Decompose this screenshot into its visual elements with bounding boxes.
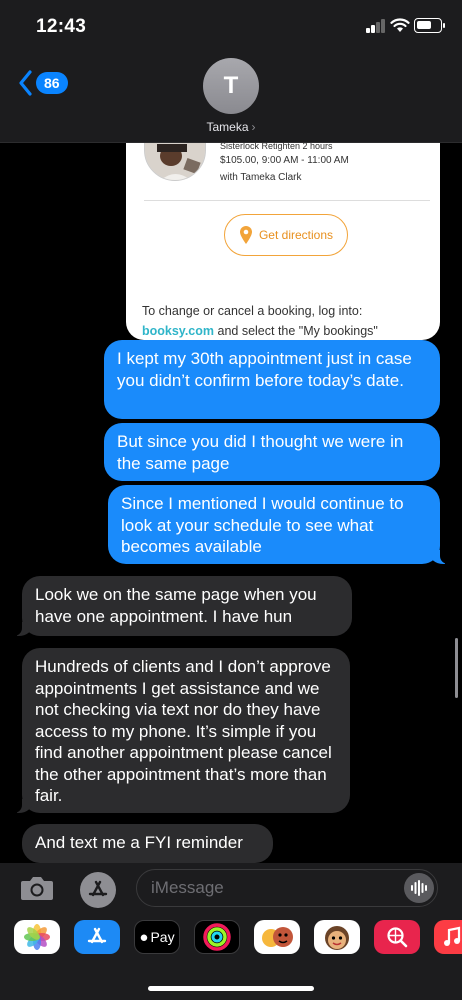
status-bar: 12:43 (0, 0, 462, 50)
status-time: 12:43 (36, 16, 87, 37)
contact-avatar[interactable]: T (203, 58, 259, 114)
get-directions-button[interactable]: Get directions (224, 214, 348, 256)
get-directions-label: Get directions (258, 228, 334, 242)
message-bubble-outgoing[interactable]: I kept my 30th appointment just in case … (104, 340, 440, 419)
booking-price-time: $105.00, 9:00 AM - 11:00 AM (220, 155, 349, 166)
app-drawer: ● Pay (0, 913, 462, 1000)
cellular-signal-icon (366, 19, 386, 33)
app-store-app-button[interactable] (74, 920, 120, 954)
animoji-icon (325, 926, 349, 950)
booking-confirmation-card[interactable]: Sisterlock Retighten 2 hours $105.00, 9:… (126, 143, 440, 340)
message-bubble-incoming[interactable]: Look we on the same page when you have o… (12, 576, 352, 636)
battery-icon (414, 18, 445, 33)
camera-icon[interactable] (20, 875, 54, 901)
message-bubble-outgoing[interactable]: Since I mentioned I would continue to lo… (108, 485, 450, 564)
booking-service: Sisterlock Retighten 2 hours (220, 143, 333, 151)
chevron-right-icon: › (251, 120, 256, 134)
audio-message-button[interactable] (404, 873, 434, 903)
search-globe-icon (387, 927, 408, 948)
app-store-icon (87, 927, 107, 944)
conversation-header: 86 T Tameka › (0, 50, 462, 143)
animoji-app-button[interactable] (314, 920, 360, 954)
message-bubble-incoming[interactable]: Hundreds of clients and I don’t approve … (12, 648, 350, 813)
music-app-button[interactable] (434, 920, 462, 954)
booking-footer-text: To change or cancel a booking, log into: (142, 304, 363, 318)
apple-pay-app-button[interactable]: ● Pay (134, 920, 180, 954)
wifi-icon (390, 18, 410, 32)
booking-footer-line: booksy.com and select the "My bookings" (142, 324, 378, 338)
activity-app-button[interactable] (194, 920, 240, 954)
message-input-field[interactable] (136, 869, 438, 907)
photos-icon (24, 924, 50, 950)
chevron-left-icon (19, 70, 32, 96)
stylist-photo (144, 143, 206, 181)
contact-name[interactable]: Tameka › (0, 120, 462, 134)
contact-initial: T (223, 72, 239, 99)
card-divider (144, 200, 430, 201)
memoji-icon (262, 927, 293, 947)
music-icon (444, 926, 461, 946)
message-bubble-outgoing[interactable]: But since you did I thought we were in t… (104, 423, 440, 481)
booking-stylist: with Tameka Clark (220, 172, 302, 183)
message-input[interactable] (151, 870, 401, 906)
message-bubble-incoming[interactable]: And text me a FYI reminder (22, 824, 273, 863)
web-search-app-button[interactable] (374, 920, 420, 954)
scroll-indicator[interactable] (455, 638, 458, 698)
location-pin-icon (239, 226, 252, 244)
home-indicator[interactable] (148, 986, 314, 991)
composer-bar (0, 863, 462, 913)
booksy-link[interactable]: booksy.com (142, 324, 214, 338)
activity-icon (203, 923, 231, 951)
back-button[interactable]: 86 (18, 70, 68, 96)
memoji-stickers-app-button[interactable] (254, 920, 300, 954)
app-store-icon (88, 880, 108, 897)
unread-count-badge: 86 (36, 72, 68, 94)
app-store-button[interactable] (80, 872, 116, 908)
photos-app-button[interactable] (14, 920, 60, 954)
message-thread[interactable]: Sisterlock Retighten 2 hours $105.00, 9:… (0, 143, 462, 863)
waveform-icon (411, 880, 427, 896)
apple-pay-icon: ● (139, 928, 149, 946)
